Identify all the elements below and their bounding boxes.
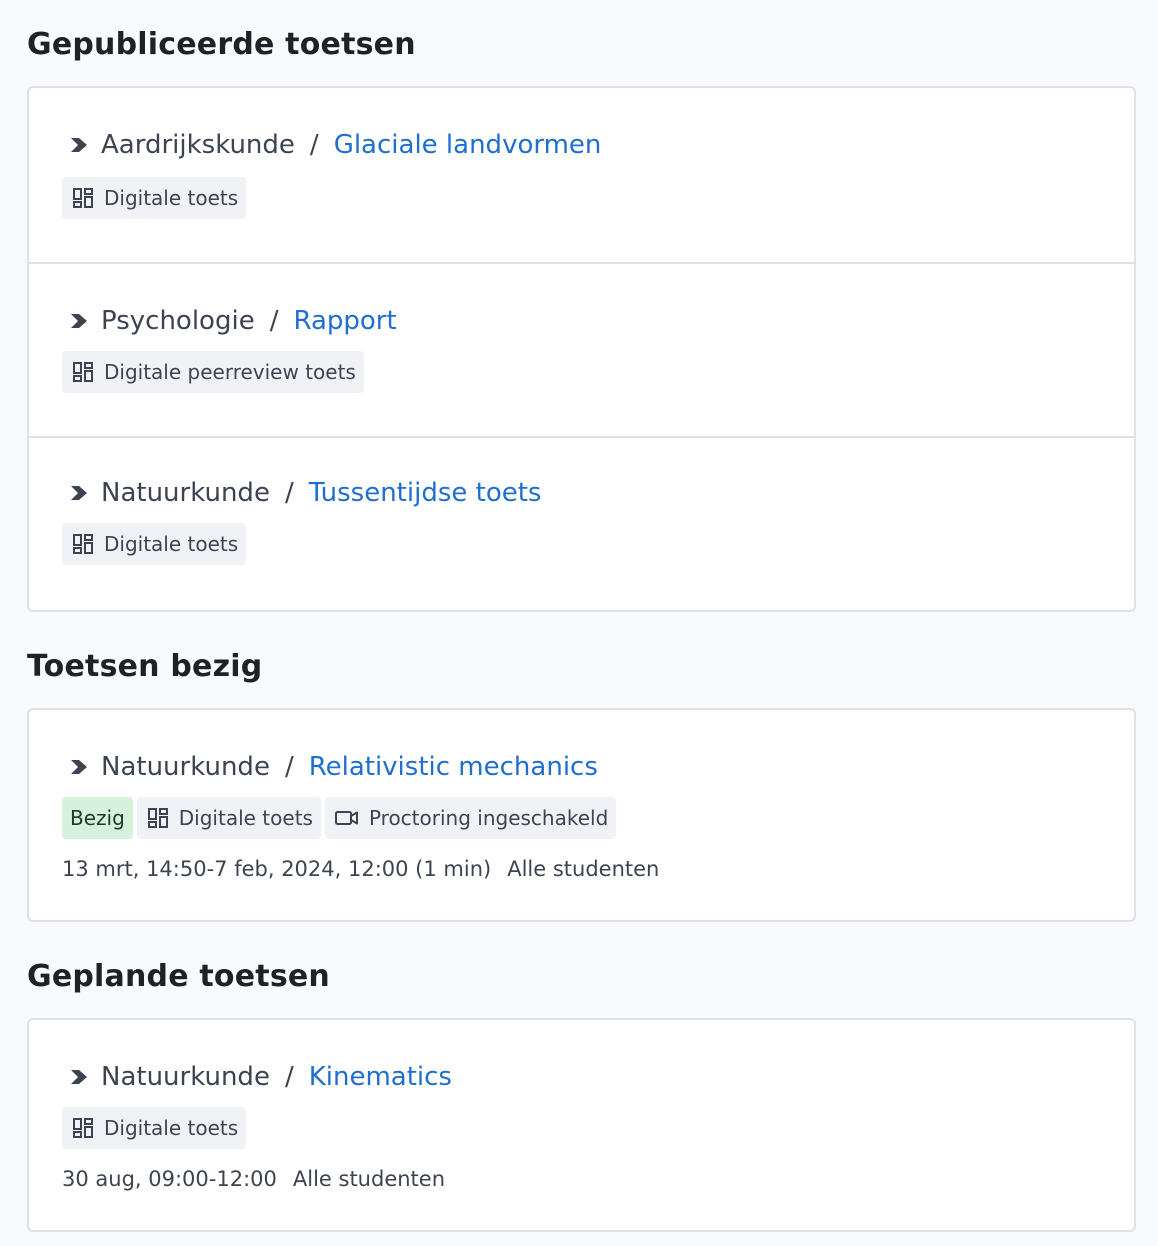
subject-label: Natuurkunde [101,478,270,508]
audience-text: Alle studenten [507,857,660,881]
test-type-tag: Digitale toets [62,523,247,565]
test-item: Aardrijkskunde / Glaciale landvormen Dig… [29,88,1134,262]
audience-text: Alle studenten [292,1167,446,1191]
test-type-label: Digitale toets [104,532,239,556]
tag-list: Bezig Digitale toets Proctoring ingescha… [62,797,617,839]
proctoring-tag: Proctoring ingeschakeld [324,797,617,839]
breadcrumb: Psychologie / Rapport [69,308,397,334]
video-camera-icon [334,811,358,825]
dashboard-grid-icon [73,534,93,554]
test-type-label: Digitale toets [104,1116,239,1140]
test-item: Natuurkunde / Tussentijdse toets Digital… [29,436,1134,610]
test-meta: 30 aug, 09:00-12:00 Alle studenten [62,1169,445,1190]
test-title-link[interactable]: Kinematics [309,1064,452,1090]
test-type-tag: Digitale toets [136,797,321,839]
chevron-right-icon [71,138,87,152]
chevron-right-icon [71,314,87,328]
proctoring-label: Proctoring ingeschakeld [368,806,609,830]
section-title-planned: Geplande toetsen [27,959,330,994]
subject-label: Natuurkunde [101,752,270,782]
subject-label: Aardrijkskunde [101,130,295,160]
tag-list: Digitale toets [62,523,247,565]
breadcrumb: Natuurkunde / Kinematics [69,1064,452,1090]
test-type-tag: Digitale peerreview toets [62,351,364,393]
dashboard-grid-icon [73,188,93,208]
test-type-label: Digitale toets [178,806,313,830]
schedule-text: 13 mrt, 14:50-7 feb, 2024, 12:00 (1 min) [62,857,492,881]
test-meta: 13 mrt, 14:50-7 feb, 2024, 12:00 (1 min)… [62,859,659,880]
section-title-ongoing: Toetsen bezig [27,649,263,684]
dashboard-grid-icon [73,1118,93,1138]
breadcrumb: Aardrijkskunde / Glaciale landvormen [69,132,601,158]
tag-list: Digitale toets [62,177,247,219]
test-type-tag: Digitale toets [62,177,247,219]
dashboard-grid-icon [147,808,168,828]
published-tests-card: Aardrijkskunde / Glaciale landvormen Dig… [27,86,1136,612]
test-title-link[interactable]: Tussentijdse toets [309,480,542,506]
test-item: Psychologie / Rapport Digitale peerrevie… [29,262,1134,436]
test-title-link[interactable]: Rapport [293,308,396,334]
breadcrumb-separator: / [269,306,279,336]
breadcrumb-separator: / [284,752,294,782]
breadcrumb-separator: / [309,130,319,160]
test-item: Natuurkunde / Relativistic mechanics Bez… [29,710,1134,920]
test-type-tag: Digitale toets [62,1107,247,1149]
breadcrumb: Natuurkunde / Relativistic mechanics [69,754,598,780]
chevron-right-icon [71,1070,87,1084]
test-type-label: Digitale toets [104,186,239,210]
ongoing-tests-card: Natuurkunde / Relativistic mechanics Bez… [27,708,1136,922]
chevron-right-icon [71,486,87,500]
breadcrumb-separator: / [284,1062,294,1092]
test-type-label: Digitale peerreview toets [104,360,356,384]
subject-label: Psychologie [101,306,255,336]
status-badge: Bezig [62,797,133,839]
breadcrumb-separator: / [284,478,294,508]
section-title-published: Gepubliceerde toetsen [27,27,416,62]
planned-tests-card: Natuurkunde / Kinematics Digitale toets … [27,1018,1136,1232]
test-item: Natuurkunde / Kinematics Digitale toets … [29,1020,1134,1230]
breadcrumb: Natuurkunde / Tussentijdse toets [69,480,541,506]
chevron-right-icon [71,760,87,774]
subject-label: Natuurkunde [101,1062,270,1092]
tag-list: Digitale toets [62,1107,247,1149]
schedule-text: 30 aug, 09:00-12:00 [62,1167,277,1191]
test-title-link[interactable]: Glaciale landvormen [334,132,602,158]
dashboard-grid-icon [73,362,93,382]
tag-list: Digitale peerreview toets [62,351,364,393]
test-title-link[interactable]: Relativistic mechanics [309,754,598,780]
